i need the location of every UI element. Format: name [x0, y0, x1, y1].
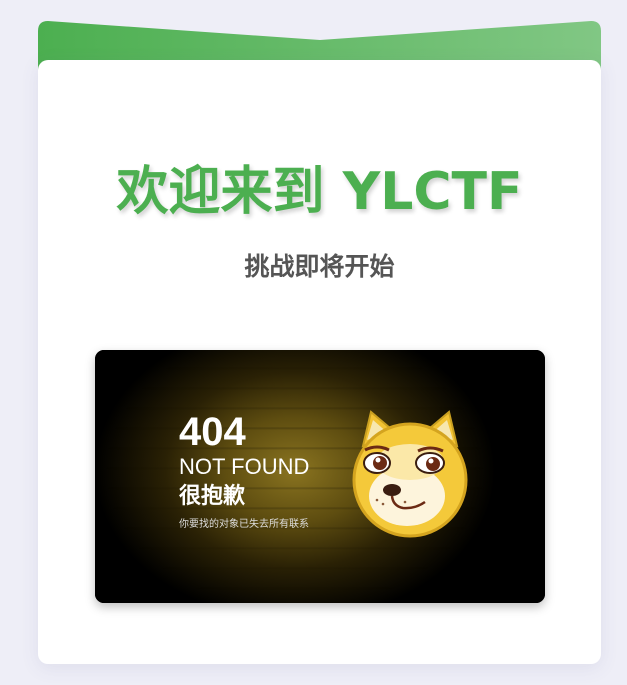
error-sorry-text: 很抱歉 [179, 484, 246, 509]
error-code: 404 [179, 410, 246, 454]
page: 欢迎来到 YLCTF 挑战即将开始 404 NOT FOUND 很抱歉 你要找的… [0, 0, 627, 685]
welcome-card: 欢迎来到 YLCTF 挑战即将开始 404 NOT FOUND 很抱歉 你要找的… [38, 60, 601, 664]
not-found-image: 404 NOT FOUND 很抱歉 你要找的对象已失去所有联系 [95, 350, 545, 603]
error-description: 你要找的对象已失去所有联系 [179, 519, 309, 530]
page-subtitle: 挑战即将开始 [244, 252, 395, 281]
error-not-found-text: NOT FOUND [179, 454, 310, 479]
doge-face-icon [352, 410, 468, 538]
wood-planks-background [95, 350, 545, 603]
page-title: 欢迎来到 YLCTF [116, 162, 523, 222]
